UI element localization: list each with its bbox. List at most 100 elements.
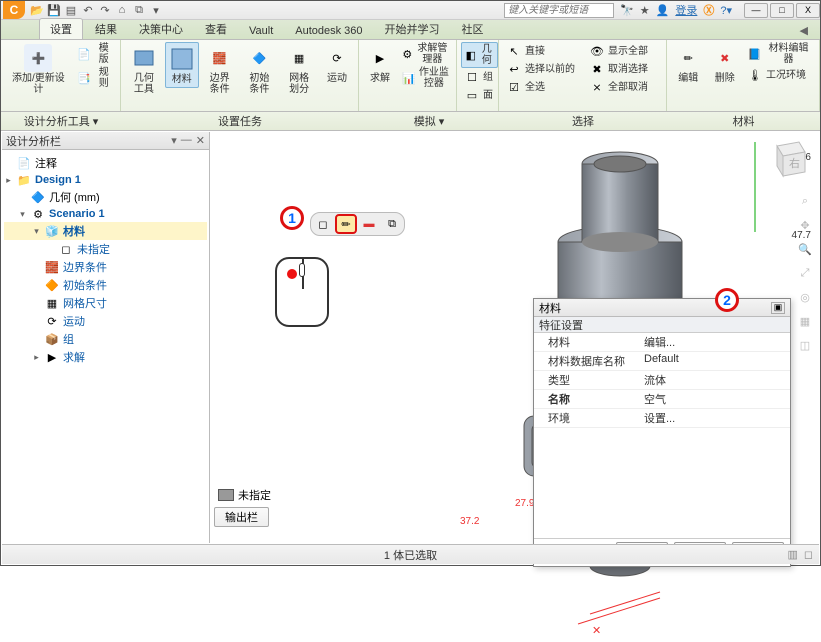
star-icon[interactable]: ★ xyxy=(640,2,650,18)
viewport[interactable]: ✕ 63.6 47.7 27.9 37.2 ◻ ✏ ▬ ⧉ 1 未指定 输出栏 … xyxy=(210,132,819,543)
tree-bc[interactable]: 🧱边界条件 xyxy=(4,258,207,276)
deselect-all-button[interactable]: ⨯全部取消 xyxy=(586,78,651,96)
status-bar: 1 体已选取 ▥◻ xyxy=(2,544,819,564)
status-icon2[interactable]: ◻ xyxy=(804,548,813,561)
qat-saveall-icon[interactable]: ▤ xyxy=(63,2,79,18)
tree-geometry[interactable]: 🔷几何 (mm) xyxy=(4,188,207,206)
tree-notes[interactable]: 📄注释 xyxy=(4,154,207,172)
solver-manager-button[interactable]: ⚙求解管理器 xyxy=(399,42,452,66)
initial-conditions-button[interactable]: 🔷初始条件 xyxy=(241,42,279,97)
tab-community[interactable]: 社区 xyxy=(452,19,494,39)
sidebar: 设计分析栏 ▾ — ✕ 📄注释 ▸📁Design 1 🔷几何 (mm) ▾⚙Scen… xyxy=(2,132,210,543)
tab-decision[interactable]: 决策中心 xyxy=(129,19,193,39)
qat-btn-icon[interactable]: ⌂ xyxy=(114,2,130,18)
select-face-button[interactable]: ▭面 xyxy=(461,86,498,104)
solve-button[interactable]: ▶求解 xyxy=(363,42,397,86)
qat-undo-icon[interactable]: ↶ xyxy=(80,2,96,18)
environment-button[interactable]: 🌡工况环境 xyxy=(744,66,815,84)
nav-zoom-icon[interactable]: 🔍 xyxy=(796,240,814,258)
edit-material-button[interactable]: ✏编辑 xyxy=(671,42,706,86)
nav-orbit-icon[interactable]: ⌕ xyxy=(796,192,814,210)
tree-mesh[interactable]: ▦网格尺寸 xyxy=(4,294,207,312)
nav-tool7-icon[interactable]: ◫ xyxy=(796,336,814,354)
ribbon-collapse-icon[interactable]: ◀ xyxy=(794,22,814,39)
tree-scenario[interactable]: ▾⚙Scenario 1 xyxy=(4,206,207,222)
prop-val-4[interactable]: 设置... xyxy=(644,410,790,426)
pane-title: 设计分析栏 xyxy=(6,133,61,149)
add-update-design-button[interactable]: ➕添加/更新设计 xyxy=(5,42,72,97)
prop-val-2[interactable]: 流体 xyxy=(644,372,790,388)
x-badge-icon[interactable]: Ⓧ xyxy=(703,2,714,18)
qat-save-icon[interactable]: 💾 xyxy=(46,2,62,18)
tree-material[interactable]: ▾🧊材料 xyxy=(4,222,207,240)
tree-motion[interactable]: ⟳运动 xyxy=(4,312,207,330)
tab-results[interactable]: 结果 xyxy=(85,19,127,39)
quick-access-toolbar: 📂 💾 ▤ ↶ ↷ ⌂ ⧉ ▾ xyxy=(29,2,164,18)
qat-redo-icon[interactable]: ↷ xyxy=(97,2,113,18)
pane-menu-icon[interactable]: ▾ xyxy=(171,134,177,147)
popup-close-icon[interactable]: ▣ xyxy=(771,302,785,314)
job-monitor-button[interactable]: 📊作业监控器 xyxy=(399,66,452,90)
pane-close-icon[interactable]: ✕ xyxy=(196,134,205,147)
login-link[interactable]: 登录 xyxy=(675,2,697,18)
select-group-button[interactable]: ☐组 xyxy=(461,68,498,86)
boundary-conditions-button[interactable]: 🧱边界条件 xyxy=(201,42,239,97)
tree-design[interactable]: ▸📁Design 1 xyxy=(4,172,207,188)
qat-drop-icon[interactable]: ▾ xyxy=(148,2,164,18)
prop-val-1[interactable]: Default xyxy=(644,353,790,369)
mouse-hint-icon xyxy=(275,257,329,327)
nav-tool5-icon[interactable]: ◎ xyxy=(796,288,814,306)
maximize-button[interactable]: □ xyxy=(770,3,794,18)
tree-ic[interactable]: 🔶初始条件 xyxy=(4,276,207,294)
tab-view[interactable]: 查看 xyxy=(195,19,237,39)
tree-unassigned[interactable]: ◻未指定 xyxy=(4,240,207,258)
deselect-button[interactable]: ✖取消选择 xyxy=(586,60,651,78)
status-icon1[interactable]: ▥ xyxy=(787,548,797,561)
design-tree[interactable]: 📄注释 ▸📁Design 1 🔷几何 (mm) ▾⚙Scenario 1 ▾🧊材… xyxy=(2,150,209,543)
pane-pin-icon[interactable]: — xyxy=(181,134,192,147)
nav-tool6-icon[interactable]: ▦ xyxy=(796,312,814,330)
nav-pan-icon[interactable]: ✥ xyxy=(796,216,814,234)
mesh-button[interactable]: ▦网格划分 xyxy=(280,42,318,97)
tree-solve[interactable]: ▸▶求解 xyxy=(4,348,207,366)
select-previous-button[interactable]: ↩选择以前的 xyxy=(503,60,578,78)
ctx-edit-button[interactable]: ✏ xyxy=(335,214,357,234)
qat-btn2-icon[interactable]: ⧉ xyxy=(131,2,147,18)
tree-groups[interactable]: 📦组 xyxy=(4,330,207,348)
user-icon[interactable]: 👤 xyxy=(656,2,670,18)
group-label-tasks: 设置任务 xyxy=(121,113,359,129)
help-icon[interactable]: ?▾ xyxy=(720,2,732,18)
ctx-btn1[interactable]: ◻ xyxy=(312,214,334,234)
material-editor-button[interactable]: 📘材料编辑器 xyxy=(744,42,815,66)
minimize-button[interactable]: — xyxy=(744,3,768,18)
binoculars-icon[interactable]: 🔭 xyxy=(620,2,634,18)
view-cube[interactable]: 右 xyxy=(767,138,809,180)
tab-getstarted[interactable]: 开始并学习 xyxy=(375,19,450,39)
select-direct-button[interactable]: ↖直接 xyxy=(503,42,578,60)
tab-a360[interactable]: Autodesk 360 xyxy=(285,23,372,39)
output-bar-button[interactable]: 输出栏 xyxy=(214,507,269,527)
motion-button[interactable]: ⟳运动 xyxy=(320,42,354,86)
prop-val-3[interactable]: 空气 xyxy=(644,391,790,407)
group-label-tools[interactable]: 设计分析工具 ▾ xyxy=(1,113,121,129)
select-body-button[interactable]: ◧几何 xyxy=(461,42,498,68)
ctx-remove-button[interactable]: ▬ xyxy=(358,214,380,234)
rules-button[interactable]: 📑规则 xyxy=(74,66,116,90)
delete-material-button[interactable]: ✖删除 xyxy=(708,42,743,86)
geometry-tools-button[interactable]: 几何工具 xyxy=(125,42,163,97)
tab-vault[interactable]: Vault xyxy=(239,23,283,39)
materials-button[interactable]: 材料 xyxy=(165,42,199,88)
template-button[interactable]: 📄模版 xyxy=(74,42,116,66)
select-all-button[interactable]: ☑全选 xyxy=(503,78,578,96)
tab-setup[interactable]: 设置 xyxy=(39,18,83,39)
search-input[interactable] xyxy=(504,3,614,18)
show-all-button[interactable]: 👁显示全部 xyxy=(586,42,651,60)
nav-fit-icon[interactable]: ⤢ xyxy=(796,264,814,282)
ctx-more-button[interactable]: ⧉ xyxy=(381,214,403,234)
popup-title-bar[interactable]: 材料 ▣ xyxy=(534,299,790,317)
prop-val-0[interactable]: 编辑... xyxy=(644,334,790,350)
close-button[interactable]: X xyxy=(796,3,820,18)
qat-open-icon[interactable]: 📂 xyxy=(29,2,45,18)
context-toolbar: ◻ ✏ ▬ ⧉ xyxy=(310,212,405,236)
app-menu-icon[interactable]: C xyxy=(3,1,25,19)
